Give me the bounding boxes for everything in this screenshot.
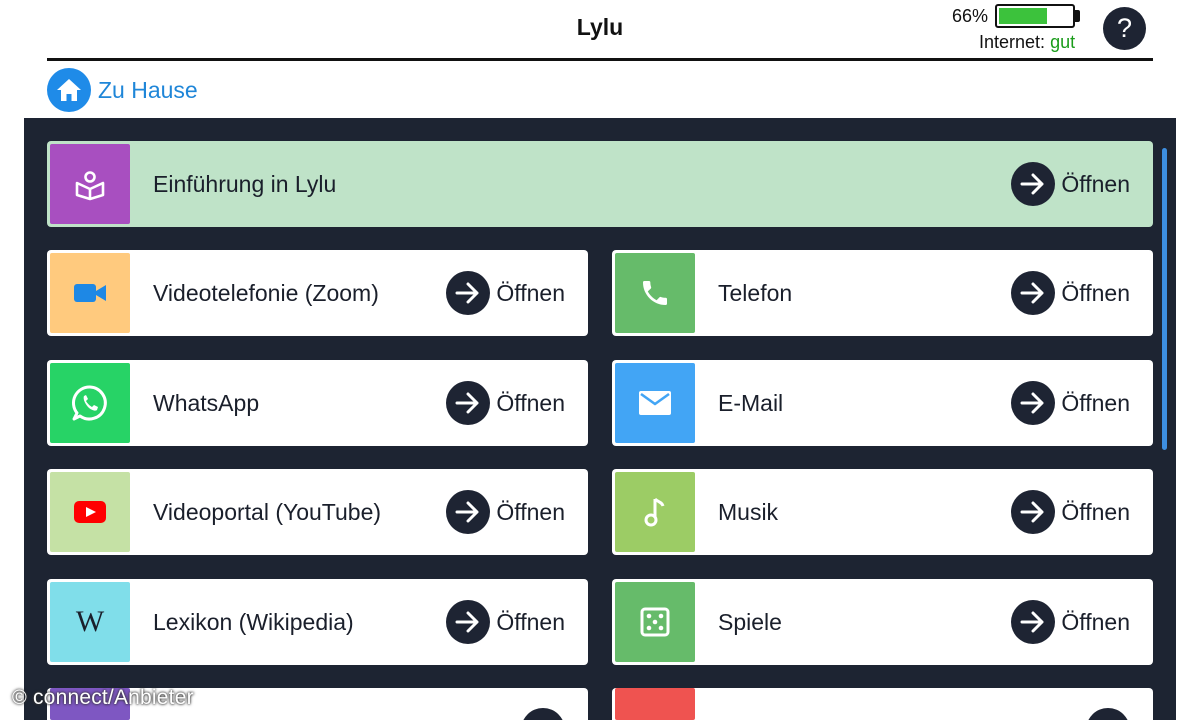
arrow-right-icon [1086, 708, 1130, 720]
mail-icon [615, 363, 695, 443]
app-card-spiele[interactable]: Spiele Öffnen [612, 579, 1153, 665]
card-label: Musik [718, 498, 779, 525]
card-label: E-Mail [718, 389, 784, 416]
battery-percentage: 66% [951, 6, 988, 26]
arrow-right-icon [1011, 490, 1056, 534]
arrow-right-icon [1011, 271, 1056, 315]
app-card-partial-right[interactable] [612, 688, 1153, 720]
watermark-text: connect/Anbieter [32, 686, 194, 709]
header-divider [47, 58, 1153, 61]
open-button[interactable]: Öffnen [1011, 162, 1130, 206]
app-card-wikipedia[interactable]: W Lexikon (Wikipedia) Öffnen [47, 579, 588, 665]
copyright-symbol: © [12, 687, 27, 709]
open-button[interactable]: Öffnen [446, 381, 565, 425]
app-card-whatsapp[interactable]: WhatsApp Öffnen [47, 360, 588, 446]
open-label: Öffnen [496, 279, 565, 306]
whatsapp-icon [50, 363, 130, 443]
app-card-email[interactable]: E-Mail Öffnen [612, 360, 1153, 446]
open-button[interactable] [1086, 708, 1130, 720]
watermark: © connect/Anbieter [12, 686, 194, 710]
open-label: Öffnen [496, 389, 565, 416]
home-label: Zu Hause [98, 76, 198, 103]
open-button[interactable]: Öffnen [446, 271, 565, 315]
open-label: Öffnen [496, 498, 565, 525]
arrow-right-icon [1011, 162, 1056, 206]
book-reader-icon [50, 144, 130, 224]
arrow-right-icon [446, 490, 491, 534]
home-link[interactable]: Zu Hause [47, 68, 198, 112]
arrow-right-icon [521, 708, 565, 720]
scrollbar[interactable] [1162, 148, 1167, 450]
arrow-right-icon [446, 381, 491, 425]
open-button[interactable]: Öffnen [446, 600, 565, 644]
internet-status: Internet: gut [979, 32, 1075, 53]
phone-icon [615, 253, 695, 333]
open-button[interactable]: Öffnen [1011, 271, 1130, 315]
open-label: Öffnen [1061, 608, 1130, 635]
app-card-youtube[interactable]: Videoportal (YouTube) Öffnen [47, 469, 588, 555]
music-note-icon [615, 472, 695, 552]
internet-label: Internet: [979, 32, 1046, 52]
open-button[interactable]: Öffnen [1011, 490, 1130, 534]
open-label: Öffnen [1061, 389, 1130, 416]
open-label: Öffnen [496, 608, 565, 635]
app-card-zoom[interactable]: Videotelefonie (Zoom) Öffnen [47, 250, 588, 336]
top-bar: Lylu 66% Internet: gut ? Zu Hause [0, 0, 1200, 120]
partial-tile-icon [615, 688, 695, 720]
wikipedia-icon: W [50, 582, 130, 662]
app-card-intro[interactable]: Einführung in Lylu Öffnen [47, 141, 1153, 227]
arrow-right-icon [1011, 600, 1056, 644]
card-label: Einführung in Lylu [153, 170, 337, 197]
arrow-right-icon [446, 600, 491, 644]
arrow-right-icon [446, 271, 491, 315]
card-label: Spiele [718, 608, 782, 635]
app-card-musik[interactable]: Musik Öffnen [612, 469, 1153, 555]
open-label: Öffnen [1061, 170, 1130, 197]
card-label: Telefon [718, 279, 793, 306]
arrow-right-icon [1011, 381, 1056, 425]
open-label: Öffnen [1061, 279, 1130, 306]
home-icon [47, 68, 91, 112]
card-label: Videotelefonie (Zoom) [153, 279, 379, 306]
card-label: WhatsApp [153, 389, 260, 416]
battery-icon [995, 4, 1075, 28]
battery-tip [1075, 10, 1080, 22]
card-label: Lexikon (Wikipedia) [153, 608, 354, 635]
open-label: Öffnen [1061, 498, 1130, 525]
open-button[interactable]: Öffnen [1011, 381, 1130, 425]
video-camera-icon [50, 253, 130, 333]
battery-level-fill [999, 8, 1047, 24]
dice-icon [615, 582, 695, 662]
card-label: Videoportal (YouTube) [153, 498, 382, 525]
help-button[interactable]: ? [1103, 7, 1146, 50]
youtube-icon [50, 472, 130, 552]
open-button[interactable]: Öffnen [1011, 600, 1130, 644]
internet-quality: gut [1050, 32, 1076, 52]
app-card-telefon[interactable]: Telefon Öffnen [612, 250, 1153, 336]
open-button[interactable]: Öffnen [446, 490, 565, 534]
open-button[interactable] [521, 708, 565, 720]
